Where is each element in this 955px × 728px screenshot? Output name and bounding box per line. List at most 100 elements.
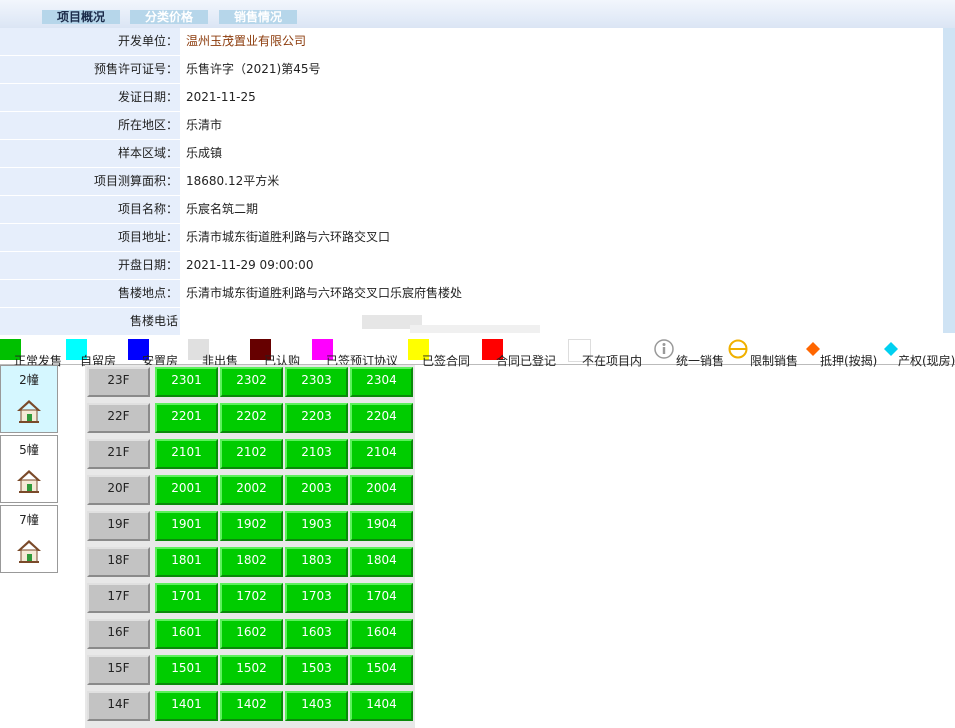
tab-category-price[interactable]: 分类价格 xyxy=(130,10,208,24)
floor-row: 16F 1601 1602 1603 1604 xyxy=(85,617,415,653)
info-value: 温州玉茂置业有限公司 xyxy=(180,28,943,55)
info-value: 乐宸名筑二期 xyxy=(180,196,943,223)
unit-cell[interactable]: 2303 xyxy=(285,367,348,397)
unit-cell[interactable]: 1402 xyxy=(220,691,283,721)
house-icon xyxy=(17,400,41,423)
right-edge-bar xyxy=(943,28,955,333)
floor-row: 19F 1901 1902 1903 1904 xyxy=(85,509,415,545)
floor-row: 20F 2001 2002 2003 2004 xyxy=(85,473,415,509)
info-icon xyxy=(654,339,674,359)
floor-row: 23F 2301 2302 2303 2304 xyxy=(85,365,415,401)
unit-cell[interactable]: 1501 xyxy=(155,655,218,685)
tab-bar: 项目概况 分类价格 销售情况 xyxy=(0,0,955,29)
unit-cell[interactable]: 1603 xyxy=(285,619,348,649)
info-value: 乐清市城东街道胜利路与六环路交叉口乐宸府售楼处 xyxy=(180,280,943,307)
unit-cell[interactable]: 1703 xyxy=(285,583,348,613)
info-value-redacted xyxy=(180,308,943,335)
unit-cell[interactable]: 2301 xyxy=(155,367,218,397)
floor-label: 20F xyxy=(87,475,150,505)
unit-cell[interactable]: 2003 xyxy=(285,475,348,505)
info-row: 售楼地点： 乐清市城东街道胜利路与六环路交叉口乐宸府售楼处 xyxy=(0,280,955,308)
unit-cell[interactable]: 1504 xyxy=(350,655,413,685)
legend-label: 已签合同 xyxy=(422,354,471,368)
unit-cell[interactable]: 1802 xyxy=(220,547,283,577)
floor-label: 18F xyxy=(87,547,150,577)
unit-cell[interactable]: 2304 xyxy=(350,367,413,397)
floor-row: 18F 1801 1802 1803 1804 xyxy=(85,545,415,581)
unit-grid: 23F 2301 2302 2303 2304 22F 2201 2202 2203 2204 21… xyxy=(85,365,415,725)
legend-label: 抵押(按揭) xyxy=(820,354,878,368)
unit-cell[interactable]: 1803 xyxy=(285,547,348,577)
unit-cell[interactable]: 2101 xyxy=(155,439,218,469)
building-item[interactable]: 7幢 xyxy=(0,505,58,573)
tab-project-overview[interactable]: 项目概况 xyxy=(42,10,120,24)
unit-cell[interactable]: 1604 xyxy=(350,619,413,649)
limit-sale-icon xyxy=(728,339,748,359)
unit-cell[interactable]: 2203 xyxy=(285,403,348,433)
unit-cell[interactable]: 2103 xyxy=(285,439,348,469)
unit-cell[interactable]: 1502 xyxy=(220,655,283,685)
diamond-icon xyxy=(806,342,820,356)
legend-label: 统一销售 xyxy=(676,354,725,368)
unit-cell[interactable]: 2201 xyxy=(155,403,218,433)
floor-row: 14F 1401 1402 1403 1404 xyxy=(85,689,415,725)
floor-row: 22F 2201 2202 2203 2204 xyxy=(85,401,415,437)
unit-cell[interactable]: 2204 xyxy=(350,403,413,433)
info-label: 样本区域： xyxy=(0,140,180,167)
unit-cell[interactable]: 2202 xyxy=(220,403,283,433)
info-label: 所在地区： xyxy=(0,112,180,139)
info-value: 18680.12平方米 xyxy=(180,168,943,195)
unit-cell[interactable]: 1702 xyxy=(220,583,283,613)
unit-cell[interactable]: 2002 xyxy=(220,475,283,505)
floor-label: 14F xyxy=(87,691,150,721)
floor-row: 21F 2101 2102 2103 2104 xyxy=(85,437,415,473)
unit-cell[interactable]: 1902 xyxy=(220,511,283,541)
unit-cell[interactable]: 1801 xyxy=(155,547,218,577)
unit-cell[interactable]: 2302 xyxy=(220,367,283,397)
unit-cell[interactable]: 1704 xyxy=(350,583,413,613)
unit-cell[interactable]: 1901 xyxy=(155,511,218,541)
unit-cell[interactable]: 2001 xyxy=(155,475,218,505)
legend-label: 限制销售 xyxy=(750,354,799,368)
unit-cell[interactable]: 1601 xyxy=(155,619,218,649)
unit-cell[interactable]: 1701 xyxy=(155,583,218,613)
floor-label: 19F xyxy=(87,511,150,541)
unit-cell[interactable]: 1904 xyxy=(350,511,413,541)
unit-cell[interactable]: 2102 xyxy=(220,439,283,469)
info-label: 售楼电话 xyxy=(0,308,180,335)
status-legend: 正常发售 自留房 安置房 非出售 已认购 已签预订协议 已签合同 合同已登记 不在项目内 统一销售… xyxy=(0,333,955,368)
unit-cell[interactable]: 1804 xyxy=(350,547,413,577)
info-label: 发证日期： xyxy=(0,84,180,111)
info-label: 售楼地点： xyxy=(0,280,180,307)
building-item[interactable]: 2幢 xyxy=(0,365,58,433)
legend-label: 不在项目内 xyxy=(582,354,643,368)
building-item[interactable]: 5幢 xyxy=(0,435,58,503)
info-value: 乐清市 xyxy=(180,112,943,139)
info-value: 乐成镇 xyxy=(180,140,943,167)
unit-cell[interactable]: 1602 xyxy=(220,619,283,649)
unit-cell[interactable]: 1404 xyxy=(350,691,413,721)
unit-cell[interactable]: 2004 xyxy=(350,475,413,505)
info-value: 2021-11-25 xyxy=(180,84,943,111)
unit-cell[interactable]: 2104 xyxy=(350,439,413,469)
tab-sales-status[interactable]: 销售情况 xyxy=(219,10,297,24)
info-row: 项目地址： 乐清市城东街道胜利路与六环路交叉口 xyxy=(0,224,955,252)
unit-cell[interactable]: 1403 xyxy=(285,691,348,721)
unit-cell[interactable]: 1503 xyxy=(285,655,348,685)
building-name: 7幢 xyxy=(19,513,39,527)
info-label: 项目名称： xyxy=(0,196,180,223)
info-value: 乐清市城东街道胜利路与六环路交叉口 xyxy=(180,224,943,251)
floor-label: 22F xyxy=(87,403,150,433)
house-icon xyxy=(17,470,41,493)
info-label: 项目地址： xyxy=(0,224,180,251)
diamond-icon xyxy=(884,342,898,356)
info-row: 所在地区： 乐清市 xyxy=(0,112,955,140)
floor-row: 17F 1701 1702 1703 1704 xyxy=(85,581,415,617)
info-row: 开盘日期： 2021-11-29 09:00:00 xyxy=(0,252,955,280)
project-info-table: 开发单位： 温州玉茂置业有限公司 预售许可证号： 乐售许字（2021)第45号 发证日期… xyxy=(0,28,955,336)
unit-cell[interactable]: 1401 xyxy=(155,691,218,721)
unit-cell[interactable]: 1903 xyxy=(285,511,348,541)
floor-row: 15F 1501 1502 1503 1504 xyxy=(85,653,415,689)
info-row: 发证日期： 2021-11-25 xyxy=(0,84,955,112)
floor-label: 23F xyxy=(87,367,150,397)
